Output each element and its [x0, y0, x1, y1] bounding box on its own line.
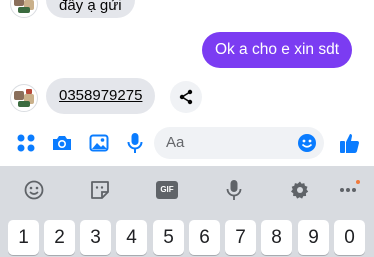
key-5[interactable]: 5	[153, 220, 184, 255]
keyboard-settings-button[interactable]	[287, 178, 313, 202]
message-input-placeholder: Aa	[166, 134, 185, 151]
incoming-message[interactable]: đây ạ gửi	[46, 0, 135, 18]
contact-avatar[interactable]	[10, 0, 38, 18]
key-3[interactable]: 3	[80, 220, 111, 255]
voice-button[interactable]	[122, 130, 148, 156]
emoji-button[interactable]	[296, 132, 318, 154]
share-button[interactable]	[170, 81, 202, 113]
phone-number-message[interactable]: 0358979275	[46, 78, 156, 114]
keyboard-sticker-button[interactable]	[87, 178, 113, 202]
apps-icon	[17, 134, 35, 152]
message-input[interactable]: Aa	[154, 127, 324, 159]
key-0[interactable]: 0	[334, 220, 365, 255]
like-button[interactable]	[337, 130, 363, 156]
outgoing-message[interactable]: Ok a cho e xin sdt	[201, 32, 352, 68]
key-4[interactable]: 4	[116, 220, 147, 255]
more-icon	[340, 188, 356, 192]
key-6[interactable]: 6	[189, 220, 220, 255]
conversation-area: đây ạ gửi Ok a cho e xin sdt 0358979275	[0, 0, 374, 120]
message-composer: Aa	[0, 120, 374, 166]
gear-icon	[291, 181, 309, 199]
notification-dot	[356, 180, 360, 184]
keyboard-voice-button[interactable]	[221, 178, 247, 202]
camera-icon	[53, 136, 71, 150]
apps-button[interactable]	[13, 130, 39, 156]
microphone-icon	[127, 133, 143, 153]
thumbs-up-icon	[340, 134, 359, 153]
camera-button[interactable]	[49, 130, 75, 156]
gif-icon: GIF	[156, 181, 178, 199]
keyboard-gif-button[interactable]: GIF	[154, 178, 180, 202]
key-7[interactable]: 7	[225, 220, 256, 255]
gif-label: GIF	[160, 185, 174, 194]
key-2[interactable]: 2	[44, 220, 75, 255]
microphone-icon	[226, 180, 242, 200]
key-1[interactable]: 1	[8, 220, 39, 255]
emoji-icon	[298, 134, 316, 152]
key-8[interactable]: 8	[261, 220, 292, 255]
contact-avatar[interactable]	[10, 84, 38, 112]
emoji-icon	[24, 180, 44, 200]
sticker-icon	[91, 181, 109, 199]
share-icon	[179, 89, 193, 105]
gallery-button[interactable]	[86, 130, 112, 156]
keyboard: GIF 1 2 3 4 5 6 7 8 9 0	[0, 166, 374, 257]
key-9[interactable]: 9	[298, 220, 329, 255]
keyboard-emoji-button[interactable]	[21, 178, 47, 202]
keyboard-toolbar: GIF	[0, 166, 374, 214]
image-icon	[89, 134, 109, 152]
number-row: 1 2 3 4 5 6 7 8 9 0	[0, 218, 374, 257]
